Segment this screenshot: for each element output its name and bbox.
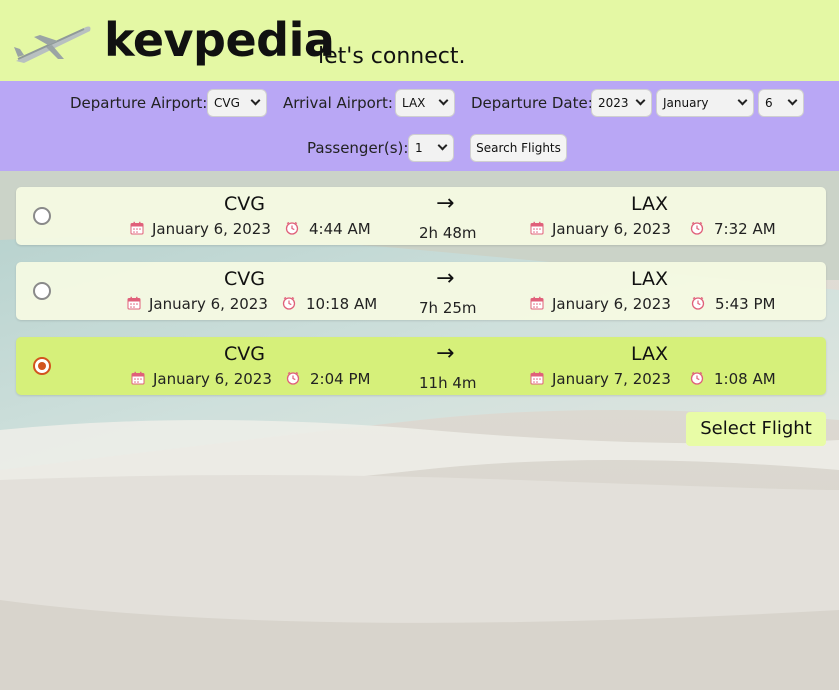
arrival-date-text: January 7, 2023 xyxy=(552,370,671,388)
search-flights-button[interactable]: Search Flights xyxy=(470,134,567,162)
departure-date-text: January 6, 2023 xyxy=(149,295,268,313)
calendar-icon xyxy=(530,370,544,390)
departure-year-value: 2023 xyxy=(598,96,629,110)
arrival-time: 1:08 AM xyxy=(690,369,776,390)
arrival-date: January 6, 2023 xyxy=(530,219,671,240)
departure-month-select[interactable]: January xyxy=(656,89,754,117)
arrival-time: 5:43 PM xyxy=(691,294,775,315)
departure-time: 4:44 AM xyxy=(285,219,371,240)
departure-airport-select[interactable]: CVG xyxy=(207,89,267,117)
departure-date: January 6, 2023 xyxy=(127,294,268,315)
departure-time-text: 4:44 AM xyxy=(309,220,371,238)
calendar-icon xyxy=(130,220,144,240)
arrival-date: January 7, 2023 xyxy=(530,369,671,390)
flight-option-row[interactable]: CVG January 6, 2023 4:44 AM → 2h 48m LAX Janua… xyxy=(16,187,826,245)
arrival-airport-code: LAX xyxy=(631,343,669,365)
flight-radio-button[interactable] xyxy=(33,282,51,300)
calendar-icon xyxy=(127,295,141,315)
clock-icon xyxy=(690,370,704,390)
arrival-time-text: 1:08 AM xyxy=(714,370,776,388)
departure-airport-value: CVG xyxy=(214,96,240,110)
arrival-time-text: 5:43 PM xyxy=(715,295,776,313)
departure-day-value: 6 xyxy=(765,96,773,110)
departure-time: 2:04 PM xyxy=(286,369,370,390)
passengers-label: Passenger(s): xyxy=(307,139,409,157)
departure-date-text: January 6, 2023 xyxy=(153,370,272,388)
site-header: kevpedia let's connect. xyxy=(0,0,839,81)
flight-option-row[interactable]: CVG January 6, 2023 2:04 PM → 11h 4m LAX Janua… xyxy=(16,337,826,395)
arrival-time: 7:32 AM xyxy=(690,219,776,240)
arrival-date: January 6, 2023 xyxy=(530,294,671,315)
tagline: let's connect. xyxy=(318,44,466,69)
flight-duration: 11h 4m xyxy=(419,374,477,392)
departure-time: 10:18 AM xyxy=(282,294,377,315)
chevron-down-icon xyxy=(635,95,646,106)
chevron-down-icon xyxy=(787,95,798,106)
chevron-down-icon xyxy=(737,95,748,106)
departure-day-select[interactable]: 6 xyxy=(758,89,804,117)
arrival-airport-value: LAX xyxy=(402,96,426,110)
departure-time-text: 2:04 PM xyxy=(310,370,371,388)
arrow-right-icon: → xyxy=(436,266,455,291)
arrival-airport-code: LAX xyxy=(631,193,669,215)
clock-icon xyxy=(691,295,705,315)
passengers-select[interactable]: 1 xyxy=(408,134,454,162)
clock-icon xyxy=(690,220,704,240)
departure-date: January 6, 2023 xyxy=(130,219,271,240)
departure-airport-code: CVG xyxy=(224,193,265,215)
departure-date: January 6, 2023 xyxy=(131,369,272,390)
passengers-value: 1 xyxy=(415,141,423,155)
chevron-down-icon xyxy=(437,140,448,151)
calendar-icon xyxy=(131,370,145,390)
clock-icon xyxy=(285,220,299,240)
flight-radio-button[interactable] xyxy=(33,357,51,375)
arrival-date-text: January 6, 2023 xyxy=(552,220,671,238)
departure-month-value: January xyxy=(663,96,709,110)
departure-airport-label: Departure Airport: xyxy=(70,94,208,112)
arrival-time-text: 7:32 AM xyxy=(714,220,776,238)
departure-date-text: January 6, 2023 xyxy=(152,220,271,238)
arrow-right-icon: → xyxy=(436,341,455,366)
flight-duration: 7h 25m xyxy=(419,299,477,317)
flight-option-row[interactable]: CVG January 6, 2023 10:18 AM → 7h 25m LAX Janu… xyxy=(16,262,826,320)
arrival-airport-select[interactable]: LAX xyxy=(395,89,455,117)
calendar-icon xyxy=(530,295,544,315)
clock-icon xyxy=(282,295,296,315)
select-flight-button[interactable]: Select Flight xyxy=(686,412,826,446)
chevron-down-icon xyxy=(250,95,261,106)
flight-radio-button[interactable] xyxy=(33,207,51,225)
clock-icon xyxy=(286,370,300,390)
flight-duration: 2h 48m xyxy=(419,224,477,242)
arrival-airport-code: LAX xyxy=(631,268,669,290)
flight-search-form: Departure Airport: CVG Arrival Airport: … xyxy=(0,81,839,171)
airplane-icon xyxy=(14,26,91,63)
arrival-airport-label: Arrival Airport: xyxy=(283,94,393,112)
departure-airport-code: CVG xyxy=(224,343,265,365)
departure-year-select[interactable]: 2023 xyxy=(591,89,652,117)
arrival-date-text: January 6, 2023 xyxy=(552,295,671,313)
chevron-down-icon xyxy=(438,95,449,106)
brand-logo-text[interactable]: kevpedia xyxy=(104,10,335,70)
arrow-right-icon: → xyxy=(436,191,455,216)
calendar-icon xyxy=(530,220,544,240)
departure-airport-code: CVG xyxy=(224,268,265,290)
departure-time-text: 10:18 AM xyxy=(306,295,378,313)
departure-date-label: Departure Date: xyxy=(471,94,593,112)
